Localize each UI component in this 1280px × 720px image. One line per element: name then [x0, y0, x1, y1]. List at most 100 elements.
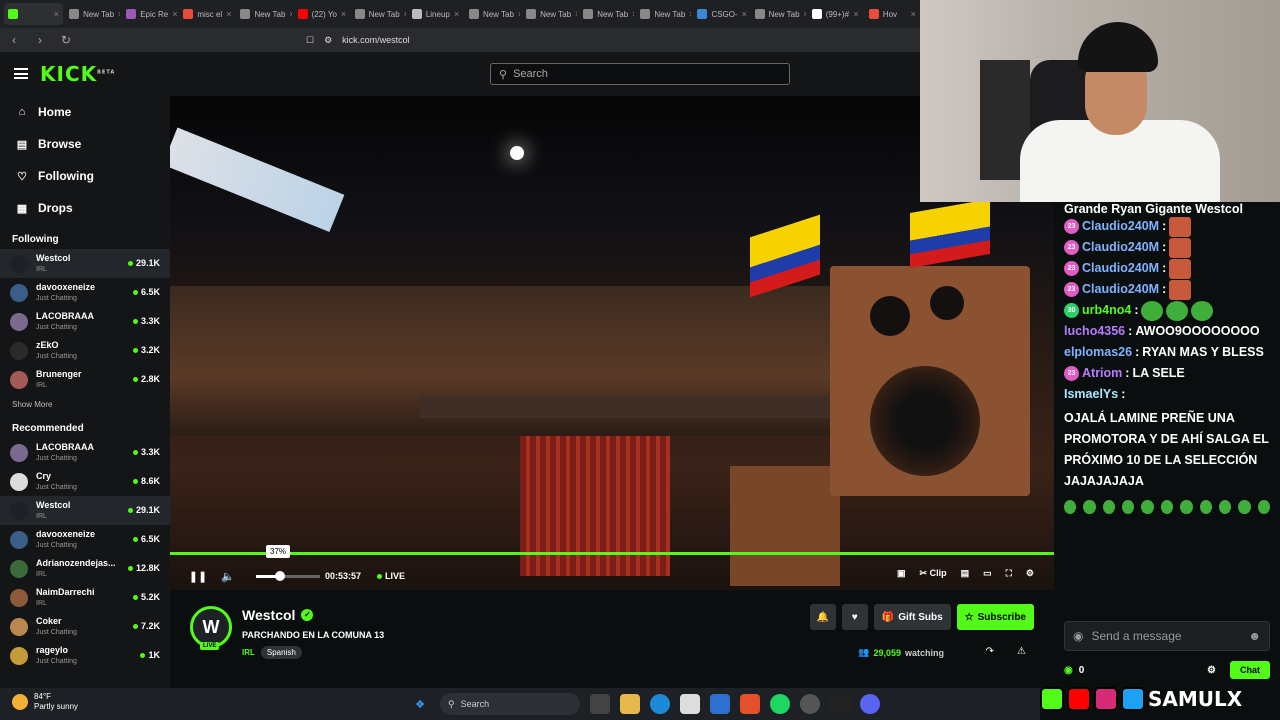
sidebar-channel-item[interactable]: Cry Just Chatting 8.6K — [0, 467, 170, 496]
sidebar-channel-item[interactable]: LACOBRAAA Just Chatting 3.3K — [0, 307, 170, 336]
browser-tab[interactable]: New Tab× — [236, 3, 292, 25]
mail-icon[interactable] — [710, 694, 730, 714]
tab-close-icon[interactable]: × — [454, 9, 459, 19]
emoji-icon[interactable]: ☻ — [1248, 629, 1261, 643]
browser-tab[interactable]: Lineup × — [408, 3, 463, 25]
emote-icon[interactable] — [1102, 500, 1116, 514]
sidebar-nav-browse[interactable]: ▤ Browse — [0, 128, 170, 160]
gift-subs-button[interactable]: 🎁 Gift Subs — [873, 604, 951, 630]
show-more-link[interactable]: Show More — [0, 394, 170, 413]
emote-icon[interactable] — [1122, 500, 1135, 514]
tab-close-icon[interactable]: × — [911, 9, 916, 19]
share-icon[interactable]: ↷ — [986, 646, 994, 657]
sidebar-channel-item[interactable]: Westcol IRL 29.1K — [0, 496, 170, 525]
forward-icon[interactable]: › — [34, 33, 46, 47]
chat-username[interactable]: Claudio240M — [1082, 216, 1159, 237]
sidebar-nav-home[interactable]: ⌂ Home — [0, 96, 170, 128]
emote-icon[interactable] — [1064, 500, 1077, 514]
tab-close-icon[interactable]: × — [289, 9, 291, 19]
browser-tab[interactable]: New Tab× — [65, 3, 120, 25]
sidebar-channel-item[interactable]: LACOBRAAA Just Chatting 3.3K — [0, 438, 170, 467]
sidebar-channel-item[interactable]: NaimDarrechi IRL 5.2K — [0, 583, 170, 612]
theatre-icon[interactable]: ▤ — [961, 568, 970, 579]
subscribe-button[interactable]: ☆ Subscribe — [956, 604, 1034, 630]
chat-username[interactable]: Atriom — [1082, 363, 1122, 384]
tab-close-icon[interactable]: × — [804, 9, 806, 19]
spotify-icon[interactable] — [770, 694, 790, 714]
sidebar-nav-drops[interactable]: ▦ Drops — [0, 192, 170, 224]
chat-username[interactable]: Claudio240M — [1082, 237, 1159, 258]
browser-tab[interactable]: Hov × — [865, 3, 920, 25]
discord-icon[interactable] — [860, 694, 880, 714]
steam-icon[interactable] — [800, 694, 820, 714]
sidebar-channel-item[interactable]: Adrianozendejas... IRL 12.8K — [0, 554, 170, 583]
file-explorer-icon[interactable] — [620, 694, 640, 714]
emote-icon[interactable] — [1257, 500, 1270, 514]
tab-close-icon[interactable]: × — [742, 9, 747, 19]
kick-logo[interactable]: KICKBETA — [40, 62, 115, 86]
tab-close-icon[interactable]: × — [118, 9, 120, 19]
site-info-icon[interactable]: ⚙ — [324, 35, 332, 46]
channel-name[interactable]: Westcol — [242, 607, 295, 623]
clip-button[interactable]: ✂ Clip — [920, 568, 947, 579]
browser-tab[interactable]: New Tab× — [465, 3, 520, 25]
sidebar-channel-item[interactable]: rageylo Just Chatting 1K — [0, 641, 170, 670]
points-icon[interactable]: ◉ — [1064, 665, 1073, 676]
reload-icon[interactable]: ↻ — [60, 33, 72, 47]
browser-tab[interactable]: New Tab× — [579, 3, 634, 25]
url-field[interactable]: ☐ ⚙ kick.com/westcol — [306, 35, 410, 46]
chat-input[interactable]: ◉ Send a message ☻ — [1064, 621, 1270, 651]
taskbar-search[interactable]: ⚲ Search — [440, 693, 580, 715]
browser-tab[interactable]: misc el × — [179, 3, 234, 25]
mini-player-icon[interactable]: ▭ — [983, 568, 992, 579]
chat-send-button[interactable]: Chat — [1230, 661, 1270, 679]
follow-heart-icon[interactable]: ♥ — [841, 604, 868, 630]
bookmark-icon[interactable]: ☐ — [306, 35, 314, 46]
chat-username[interactable]: Claudio240M — [1082, 258, 1159, 279]
weather-widget[interactable]: 84°F Partly sunny — [12, 692, 78, 712]
category-link[interactable]: IRL — [242, 648, 255, 657]
emote-icon[interactable] — [1141, 500, 1154, 514]
tab-close-icon[interactable]: × — [54, 9, 59, 19]
browser-tab[interactable]: New Tab× — [751, 3, 806, 25]
browser-tab[interactable]: (22) Yo × — [294, 3, 349, 25]
browser-tab[interactable]: New Tab× — [522, 3, 577, 25]
menu-icon[interactable] — [14, 68, 28, 79]
volume-slider[interactable] — [256, 571, 320, 581]
emote-icon[interactable] — [1238, 500, 1251, 514]
sidebar-channel-item[interactable]: Coker Just Chatting 7.2K — [0, 612, 170, 641]
chat-username[interactable]: IsmaelYs — [1064, 384, 1118, 405]
store-icon[interactable] — [680, 694, 700, 714]
chat-username[interactable]: Claudio240M — [1082, 279, 1159, 300]
browser-tab[interactable]: CSGO- × — [693, 3, 748, 25]
pause-icon[interactable]: ❚❚ — [189, 568, 207, 584]
sidebar-channel-item[interactable]: Westcol IRL 29.1K — [0, 249, 170, 278]
search-input[interactable]: ⚲ Search — [490, 63, 790, 85]
tab-close-icon[interactable]: × — [404, 9, 406, 19]
chat-username[interactable]: lucho4356 — [1064, 321, 1125, 342]
tab-close-icon[interactable]: × — [341, 9, 346, 19]
emote-icon[interactable] — [1083, 500, 1096, 514]
obs-icon[interactable] — [830, 694, 850, 714]
emote-icon[interactable] — [1160, 500, 1174, 514]
chat-settings-icon[interactable]: ⚙ — [1207, 665, 1216, 676]
windows-start-icon[interactable]: ❖ — [410, 694, 430, 714]
tab-close-icon[interactable]: × — [632, 9, 634, 19]
back-icon[interactable]: ‹ — [8, 33, 20, 47]
fullscreen-icon[interactable]: ⛶ — [1006, 568, 1012, 579]
tab-close-icon[interactable]: × — [518, 9, 520, 19]
browser-tab[interactable]: Epic Re × — [122, 3, 177, 25]
report-icon[interactable]: ⚠ — [1017, 646, 1026, 657]
emote-icon[interactable] — [1218, 500, 1232, 514]
sidebar-channel-item[interactable]: Brunenger IRL 2.8K — [0, 365, 170, 394]
volume-knob[interactable] — [274, 571, 285, 581]
sidebar-channel-item[interactable]: davooxeneize Just Chatting 6.5K — [0, 278, 170, 307]
edge-icon[interactable] — [650, 694, 670, 714]
pip-icon[interactable]: ▣ — [897, 568, 906, 579]
emote-icon[interactable] — [1180, 500, 1193, 514]
task-view-icon[interactable] — [590, 694, 610, 714]
chat-username[interactable]: elplomas26 — [1064, 342, 1132, 363]
chat-username[interactable]: urb4no4 — [1082, 300, 1131, 321]
settings-icon[interactable]: ⚙ — [1026, 568, 1034, 579]
browser-tab[interactable]: × — [4, 3, 64, 25]
